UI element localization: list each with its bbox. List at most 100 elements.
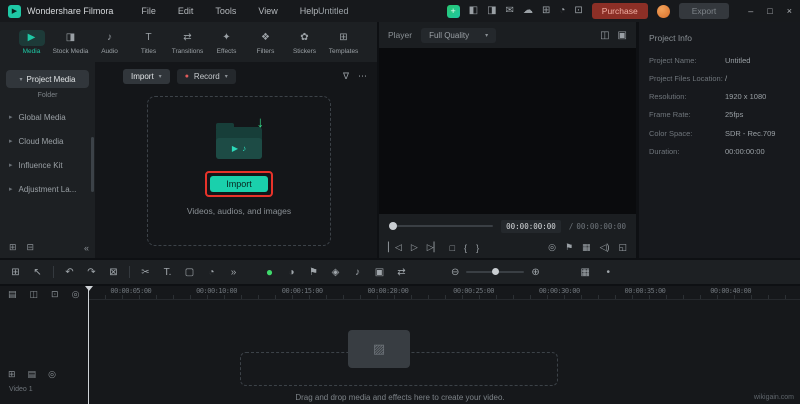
export-button[interactable]: Export <box>679 3 730 19</box>
seek-handle[interactable] <box>389 222 397 230</box>
track-height-button[interactable]: ▦ <box>579 267 592 278</box>
select-tool-button[interactable]: ↖ <box>31 267 44 278</box>
snap-icon[interactable]: ⊡ <box>51 289 59 300</box>
zoom-in-button[interactable]: ⊕ <box>531 267 539 278</box>
toolbar-icon[interactable] <box>53 266 54 278</box>
split-screen-icon[interactable]: ◫ <box>600 30 609 41</box>
record-dropdown-button[interactable]: ● Record ▾ <box>177 69 236 84</box>
sidebar-item-project-media[interactable]: ▾ Project Media <box>6 70 89 88</box>
tab-effects[interactable]: ✦ Effects <box>207 22 246 62</box>
mirror-display-button[interactable]: ▦ <box>582 242 591 253</box>
quality-dropdown[interactable]: Full Quality ▾ <box>421 28 496 43</box>
tab-filters[interactable]: ❖ Filters <box>246 22 285 62</box>
playhead[interactable] <box>88 286 89 404</box>
snapshot-button[interactable]: ◎ <box>548 242 556 253</box>
scrollbar-thumb[interactable] <box>91 137 94 192</box>
menu-item[interactable]: Tools <box>215 6 236 16</box>
feedback-icon[interactable]: ✉ <box>506 5 514 17</box>
track-add-icon[interactable]: ⊞ <box>8 369 16 380</box>
avatar[interactable] <box>657 5 670 18</box>
player-header: Player Full Quality ▾ ◫▣ <box>379 22 636 48</box>
fullscreen-button[interactable]: ◱ <box>618 242 627 253</box>
toolbar-icon[interactable] <box>129 266 130 278</box>
background-image-icon[interactable]: ▣ <box>618 30 627 41</box>
resources-icon[interactable]: ⊞ <box>542 5 550 17</box>
workspace-icon[interactable]: ⊡ <box>574 5 582 17</box>
split-button[interactable]: ✂ <box>139 267 152 278</box>
ripple-edit-button[interactable]: ⇄ <box>395 267 408 278</box>
cloud-icon[interactable]: ☁ <box>523 5 533 17</box>
filter-icon[interactable]: ∇ <box>343 71 349 82</box>
track-visibility-icon[interactable]: ◎ <box>72 289 80 300</box>
screen-record-icon[interactable]: ◨ <box>487 5 496 17</box>
tab-transitions[interactable]: ⇄ Transitions <box>168 22 207 62</box>
tab-audio[interactable]: ♪ Audio <box>90 22 129 62</box>
menu-item[interactable]: Edit <box>178 6 194 16</box>
menu-item[interactable]: File <box>141 6 156 16</box>
zoom-out-button[interactable]: ⊖ <box>451 267 459 278</box>
maximize-button[interactable]: □ <box>767 6 772 16</box>
more-tools-button[interactable]: » <box>227 267 240 278</box>
track-eye-icon[interactable]: ◎ <box>48 369 56 380</box>
volume-button[interactable]: ◁) <box>600 242 610 253</box>
menu-item[interactable]: View <box>258 6 277 16</box>
media-browser-icon[interactable]: ⊞ <box>9 267 22 278</box>
import-button[interactable]: Import <box>210 176 268 192</box>
delete-folder-icon[interactable]: ⊟ <box>27 242 35 253</box>
seek-bar[interactable] <box>389 225 493 227</box>
sidebar-folder-item[interactable]: ▸ Adjustment La... <box>0 177 95 201</box>
purchase-button[interactable]: Purchase <box>592 3 648 19</box>
tab-templates[interactable]: ⊞ Templates <box>324 22 363 62</box>
snapshot-button[interactable]: ▣ <box>373 267 386 278</box>
sidebar-folder-item[interactable]: ▸ Cloud Media <box>0 129 95 153</box>
tab-titles[interactable]: T Titles <box>129 22 168 62</box>
sidebar-folder-item[interactable]: ▸ Global Media <box>0 105 95 129</box>
preview-viewport[interactable] <box>379 48 636 214</box>
tab-media[interactable]: ▶ Media <box>12 22 51 62</box>
import-dropzone[interactable]: ▶ ♪ ↓ Import Videos, audios, and images <box>147 96 331 246</box>
text-tool-button[interactable]: T. <box>161 267 174 278</box>
playhead-handle[interactable] <box>85 286 93 295</box>
chroma-key-button[interactable]: ● <box>263 265 276 279</box>
speed-button[interactable]: ◔ <box>205 267 218 278</box>
collapse-sidebar-icon[interactable]: « <box>84 243 89 253</box>
import-dropdown-button[interactable]: Import ▾ <box>123 69 170 84</box>
undo-button[interactable]: ↶ <box>63 267 76 278</box>
marker-button[interactable]: ⚑ <box>565 242 573 253</box>
more-options-icon[interactable]: ⋯ <box>358 71 367 82</box>
close-button[interactable]: × <box>787 6 792 16</box>
timeline-ruler[interactable]: 00:00:05:0000:00:10:0000:00:15:0000:00:2… <box>88 286 800 300</box>
step-back-button[interactable]: ▏◁ <box>388 242 402 253</box>
track-folder-icon[interactable]: ▤ <box>28 369 37 380</box>
mark-out-button[interactable]: } <box>476 243 479 253</box>
marker-button[interactable]: ⚑ <box>307 267 320 278</box>
mask-button[interactable]: ◑ <box>285 267 298 278</box>
sidebar-folder-item[interactable]: ▸ Influence Kit <box>0 153 95 177</box>
keyframe-button[interactable]: ◈ <box>329 267 342 278</box>
mark-in-button[interactable]: { <box>464 243 467 253</box>
crop-button[interactable]: ▢ <box>183 267 196 278</box>
more-options-button[interactable]: • <box>602 267 615 278</box>
titlebar: ▶ Wondershare Filmora FileEditToolsViewH… <box>0 0 800 22</box>
delete-button[interactable]: ⊠ <box>107 267 120 278</box>
new-folder-icon[interactable]: ⊞ <box>9 242 17 253</box>
menu-item[interactable]: Help <box>300 6 319 16</box>
tab-stickers[interactable]: ✿ Stickers <box>285 22 324 62</box>
layout-icon[interactable]: ◧ <box>469 5 478 17</box>
minimize-button[interactable]: – <box>748 6 753 16</box>
zoom-slider[interactable] <box>466 271 524 273</box>
play-button[interactable]: ▷ <box>411 242 418 253</box>
current-timecode[interactable]: 00:00:00:00 <box>501 220 561 233</box>
titlebar-right: + ◧ ◨ ✉ ☁ ⊞ ◔ ⊡ Purchase Export – □ × <box>447 3 792 19</box>
record-voiceover-icon[interactable]: ◫ <box>30 289 39 300</box>
sidebar-scrollbar[interactable] <box>91 117 94 257</box>
notifications-icon[interactable]: ◔ <box>559 5 565 17</box>
tab-stock-media[interactable]: ◨ Stock Media <box>51 22 90 62</box>
track-manager-icon[interactable]: ▤ <box>8 289 17 300</box>
stop-button[interactable]: □ <box>450 243 455 253</box>
audio-stretch-button[interactable]: ♪ <box>351 267 364 278</box>
zoom-slider-handle[interactable] <box>492 268 499 275</box>
redo-button[interactable]: ↷ <box>85 267 98 278</box>
gift-icon[interactable]: + <box>447 5 460 18</box>
step-forward-button[interactable]: ▷▏ <box>427 242 441 253</box>
